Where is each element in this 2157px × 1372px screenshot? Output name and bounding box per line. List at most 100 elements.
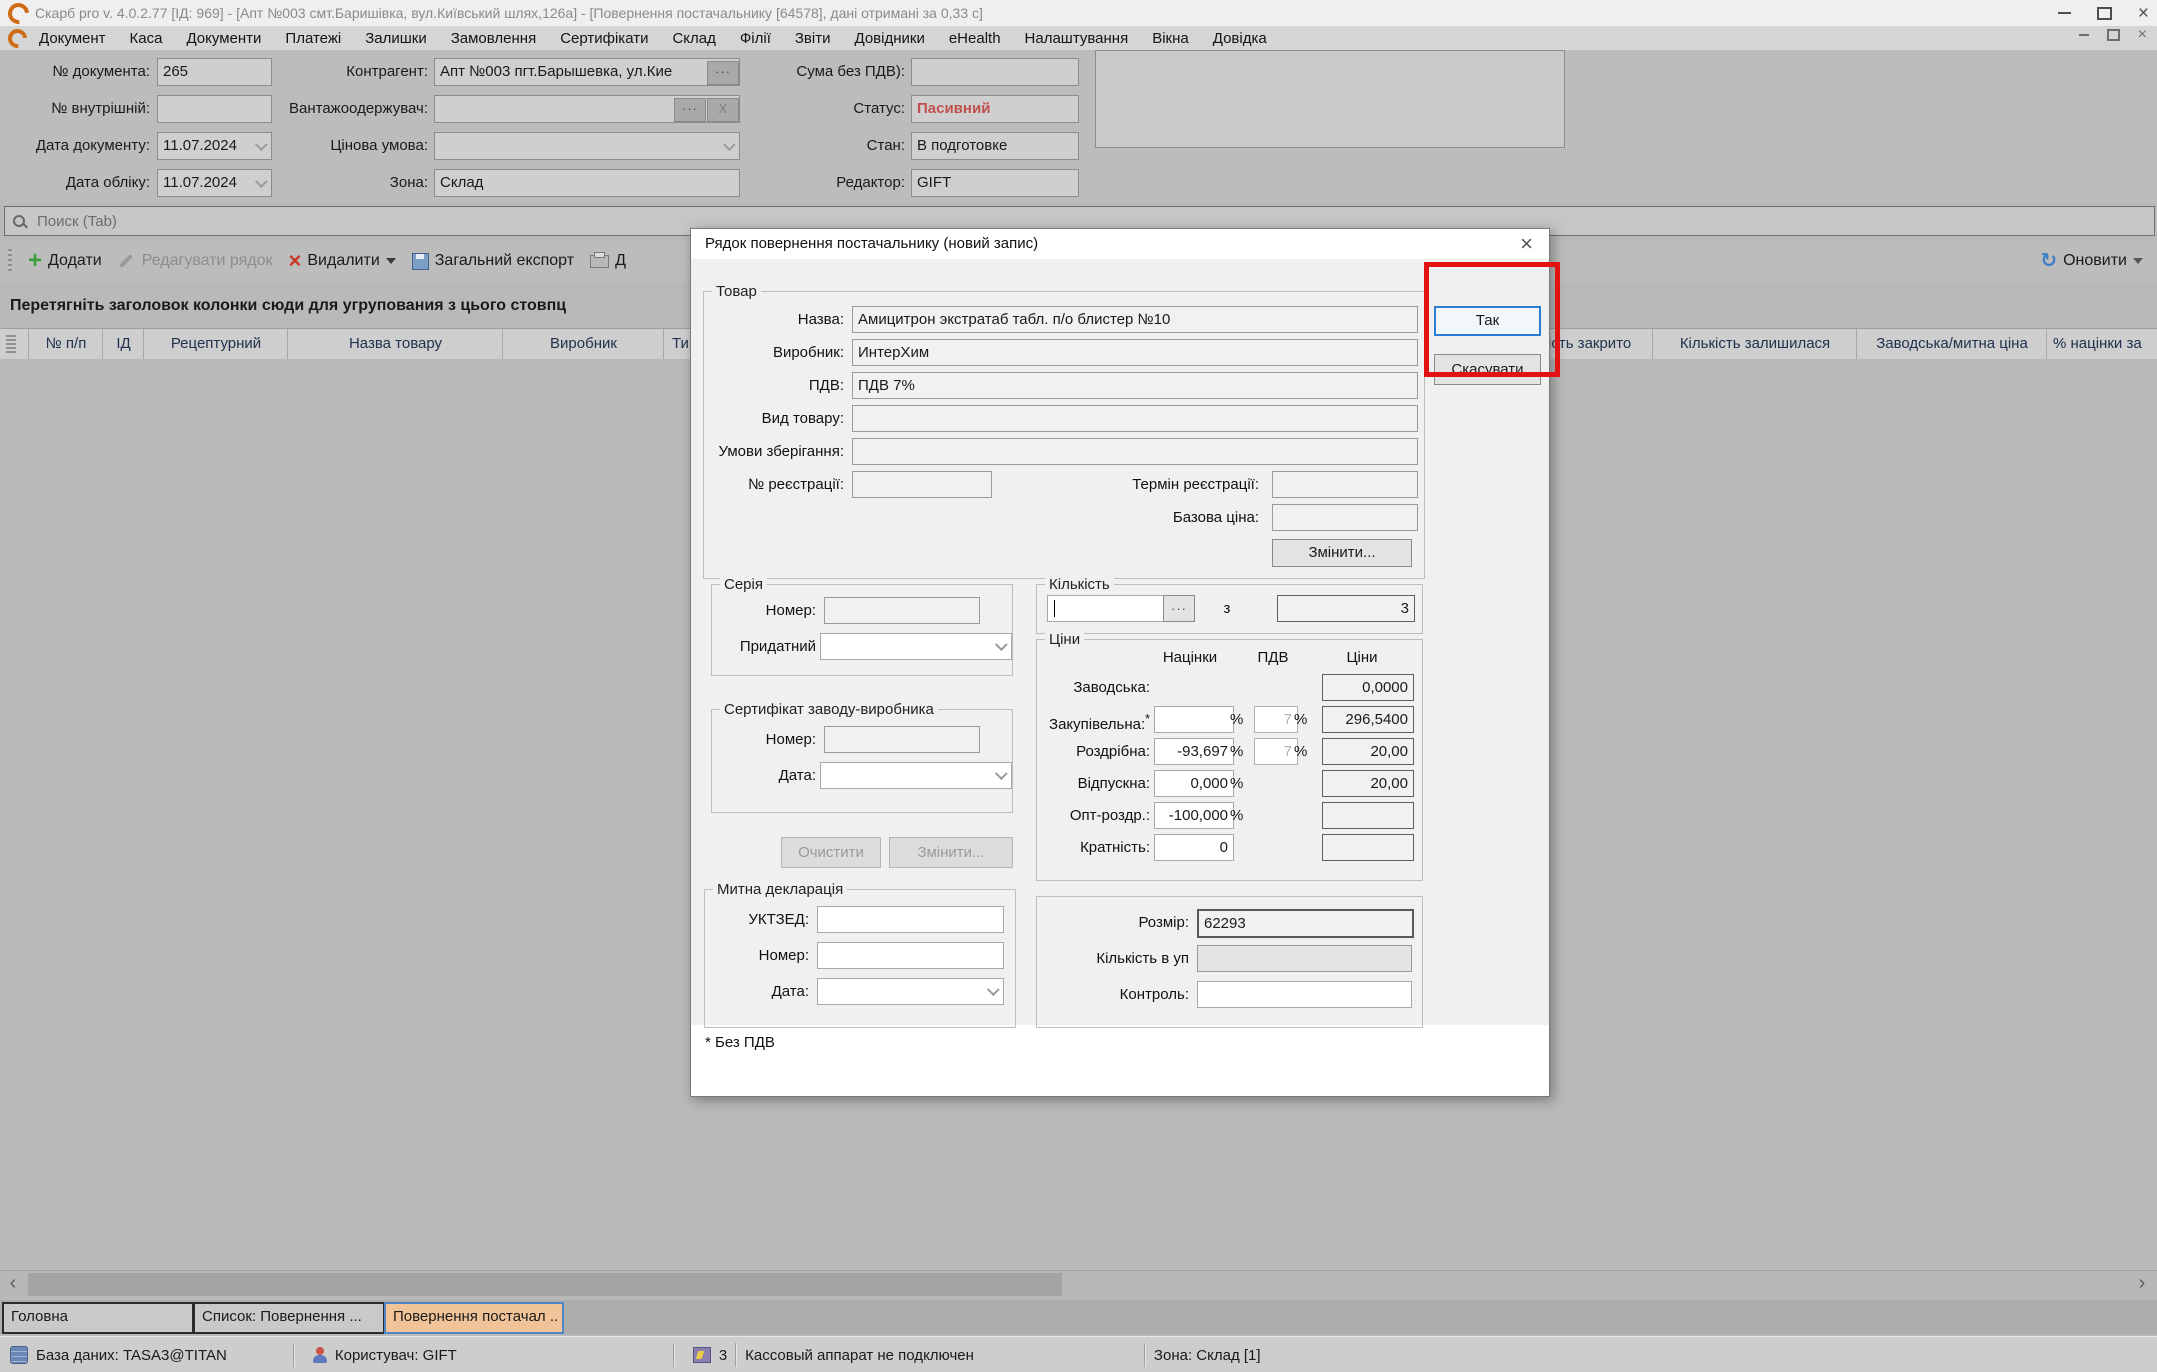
change-product-button[interactable]: Змінити...	[1272, 539, 1412, 567]
add-button[interactable]: + Додати	[28, 251, 102, 271]
col-producer[interactable]: Виробник	[502, 329, 664, 359]
series-valid-combo[interactable]	[820, 633, 1012, 660]
menu-item-document[interactable]: Документ	[39, 30, 106, 47]
toolbar-grip[interactable]	[8, 249, 12, 273]
retail-markup-field[interactable]: -93,697	[1154, 738, 1234, 765]
menu-item-documents[interactable]: Документи	[186, 30, 261, 47]
multiplicity-label: Кратність:	[1037, 834, 1150, 861]
sum-label: Сума без ПДВ):	[765, 58, 905, 86]
chevron-down-icon[interactable]	[995, 638, 1008, 651]
col-row-no[interactable]: № п/п	[28, 329, 103, 359]
menu-item-help[interactable]: Довідка	[1213, 30, 1267, 47]
col-factory-price[interactable]: Заводська/митна ціна	[1856, 329, 2047, 359]
consignee-browse-button[interactable]: ···	[674, 98, 706, 122]
name-field[interactable]: Амицитрон экстратаб табл. п/о блистер №1…	[852, 306, 1418, 333]
uktzed-field[interactable]	[817, 906, 1004, 933]
export-button[interactable]: Загальний експорт	[412, 252, 574, 270]
multiplicity-field[interactable]: 0	[1154, 834, 1234, 861]
purchase-markup-field[interactable]	[1154, 706, 1234, 733]
chevron-down-icon[interactable]	[723, 138, 736, 151]
scroll-right-icon[interactable]: ›	[2129, 1271, 2155, 1298]
user-icon	[313, 1347, 327, 1363]
menu-item-ehealth[interactable]: eHealth	[949, 30, 1001, 47]
menu-item-stock[interactable]: Залишки	[365, 30, 427, 47]
scrollbar-thumb[interactable]	[28, 1273, 1062, 1296]
selling-markup-field[interactable]: 0,000	[1154, 770, 1234, 797]
storage-field[interactable]	[852, 438, 1418, 465]
quantity-input[interactable]	[1047, 595, 1165, 622]
mdi-minimize-icon[interactable]	[2079, 34, 2089, 36]
chevron-down-icon[interactable]	[987, 983, 1000, 996]
menu-item-reports[interactable]: Звіти	[795, 30, 831, 47]
kind-field[interactable]	[852, 405, 1418, 432]
reg-term-field[interactable]	[1272, 471, 1418, 498]
menu-item-certificates[interactable]: Сертифікати	[560, 30, 648, 47]
print-button[interactable]: Д	[590, 252, 626, 270]
reg-no-field[interactable]	[852, 471, 992, 498]
consignee-field[interactable]: ··· X	[434, 95, 740, 123]
dialog-close-icon[interactable]: ×	[1520, 231, 1533, 257]
col-qty-left[interactable]: Кількість залишилася	[1652, 329, 1857, 359]
size-field[interactable]: 62293	[1197, 909, 1414, 938]
series-valid-label: Придатний	[716, 633, 816, 660]
customs-number-field[interactable]	[817, 942, 1004, 969]
base-price-field[interactable]	[1272, 504, 1418, 531]
vat-field[interactable]: ПДВ 7%	[852, 372, 1418, 399]
delete-button[interactable]: × Видалити	[289, 252, 396, 270]
tab-supplier-return[interactable]: Повернення постачал ..	[384, 1302, 564, 1334]
change-cert-button[interactable]: Змінити...	[889, 837, 1013, 868]
tab-home[interactable]: Головна	[2, 1302, 194, 1334]
zone-field[interactable]: Склад	[434, 169, 740, 197]
producer-field[interactable]: ИнтерХим	[852, 339, 1418, 366]
chevron-down-icon[interactable]	[386, 258, 396, 264]
menu-item-kasa[interactable]: Каса	[130, 30, 163, 47]
chevron-down-icon[interactable]	[2133, 258, 2143, 264]
col-product-name[interactable]: Назва товару	[287, 329, 503, 359]
retail-vat-field[interactable]: 7	[1254, 738, 1298, 765]
menu-item-orders[interactable]: Замовлення	[451, 30, 536, 47]
col-id[interactable]: ІД	[102, 329, 144, 359]
quantity-browse-button[interactable]: ···	[1163, 595, 1195, 622]
chevron-down-icon[interactable]	[995, 767, 1008, 780]
quantity-total-field: 3	[1277, 595, 1415, 622]
menu-item-branches[interactable]: Філії	[740, 30, 771, 47]
restore-icon[interactable]	[2097, 7, 2112, 20]
cert-number-field[interactable]	[824, 726, 980, 753]
contragent-browse-button[interactable]: ···	[707, 61, 739, 85]
series-number-field[interactable]	[824, 597, 980, 624]
col-prescription[interactable]: Рецептурний	[143, 329, 288, 359]
printer-icon	[590, 255, 609, 268]
editor-field: GIFT	[911, 169, 1079, 197]
mdi-restore-icon[interactable]	[2107, 29, 2120, 41]
vat-label: ПДВ:	[712, 372, 844, 399]
horizontal-scrollbar[interactable]: ‹ ›	[0, 1270, 2157, 1298]
contragent-field[interactable]: Апт №003 пгт.Барышевка, ул.Кие ···	[434, 58, 740, 86]
factory-price-label: Заводська:	[1037, 674, 1150, 701]
minimize-icon[interactable]	[2058, 12, 2071, 14]
customs-date-combo[interactable]	[817, 978, 1004, 1005]
refresh-button[interactable]: ↻ Оновити	[2040, 240, 2143, 282]
col-qty-closed[interactable]: ість закрито	[1548, 329, 1652, 359]
clear-cert-button[interactable]: Очистити	[781, 837, 881, 868]
menu-item-directories[interactable]: Довідники	[855, 30, 925, 47]
close-icon[interactable]: ×	[2138, 4, 2149, 23]
mdi-close-icon[interactable]: ×	[2138, 28, 2147, 42]
certificate-group: Сертифікат заводу-виробника Номер: Дата:	[711, 709, 1013, 813]
menu-item-warehouse[interactable]: Склад	[672, 30, 715, 47]
cert-date-combo[interactable]	[820, 762, 1012, 789]
menu-item-payments[interactable]: Платежі	[285, 30, 341, 47]
col-markup-pct[interactable]: % націнки за	[2046, 329, 2157, 359]
menu-item-settings[interactable]: Налаштування	[1025, 30, 1129, 47]
dialog-title-bar[interactable]: Рядок повернення постачальнику (новий за…	[691, 229, 1549, 259]
edit-row-button[interactable]: Редагувати рядок	[118, 252, 273, 270]
consignee-clear-button[interactable]: X	[707, 98, 739, 122]
scroll-left-icon[interactable]: ‹	[0, 1271, 26, 1298]
sum-field[interactable]	[911, 58, 1079, 86]
purchase-vat-field[interactable]: 7	[1254, 706, 1298, 733]
tab-returns-list[interactable]: Список: Повернення ...	[193, 1302, 385, 1334]
app-menu-icon[interactable]	[4, 25, 31, 52]
menu-item-windows[interactable]: Вікна	[1152, 30, 1189, 47]
control-field[interactable]	[1197, 981, 1412, 1008]
price-cond-combo[interactable]	[434, 132, 740, 160]
wholesale-markup-field[interactable]: -100,000	[1154, 802, 1234, 829]
